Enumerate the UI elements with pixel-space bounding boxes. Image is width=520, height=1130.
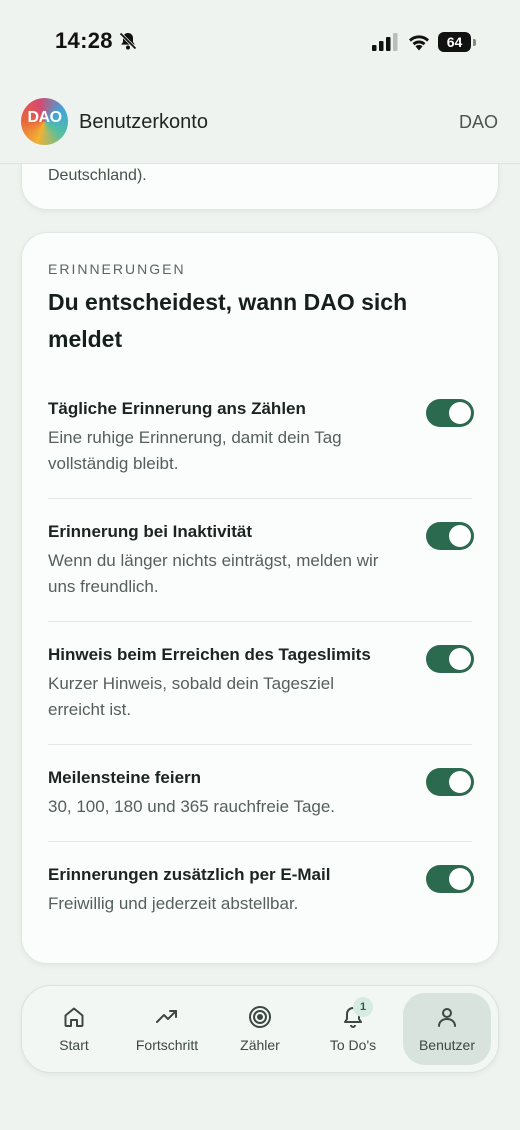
toggle-milestones[interactable]	[426, 768, 474, 796]
home-icon	[64, 1007, 84, 1027]
logo-text: DAO	[27, 109, 62, 126]
toggle-email[interactable]	[426, 865, 474, 893]
page-title: Benutzerkonto	[79, 111, 208, 133]
nav-item-counter[interactable]: Zähler	[216, 993, 304, 1065]
section-eyebrow: ERINNERUNGEN	[48, 261, 186, 277]
wifi-icon	[409, 35, 429, 51]
setting-row-daily-reminder: Tägliche Erinnerung ans Zählen Eine ruhi…	[48, 399, 474, 479]
setting-description: Eine ruhige Erinnerung, damit dein Tag v…	[48, 428, 342, 473]
trending-up-icon	[156, 1010, 177, 1023]
setting-row-inactivity: Erinnerung bei Inaktivität Wenn du länge…	[48, 522, 474, 602]
setting-description: 30, 100, 180 und 365 rauchfreie Tage.	[48, 797, 336, 816]
divider	[48, 621, 472, 622]
status-time: 14:28	[55, 28, 113, 53]
toggle-inactivity[interactable]	[426, 522, 474, 550]
toggle-daily-reminder[interactable]	[426, 399, 474, 427]
setting-title: Erinnerungen zusätzlich per E-Mail	[48, 865, 331, 884]
setting-row-email: Erinnerungen zusätzlich per E-Mail Freiw…	[48, 865, 474, 919]
nav-item-user[interactable]: Benutzer	[403, 993, 491, 1065]
divider	[48, 841, 472, 842]
bell-slash-icon	[119, 32, 137, 50]
nav-label: To Do's	[329, 1037, 377, 1053]
toggle-knob	[449, 525, 471, 547]
setting-row-daily-limit: Hinweis beim Erreichen des Tageslimits K…	[48, 645, 474, 725]
nav-item-start[interactable]: Start	[30, 993, 118, 1065]
setting-description: Wenn du länger nichts einträgst, melden …	[48, 551, 379, 596]
previous-card-text: Deutschland).	[48, 167, 147, 184]
divider	[48, 498, 472, 499]
battery-indicator: 64	[438, 32, 476, 52]
toggle-knob	[449, 868, 471, 890]
app-header: DAO Benutzerkonto DAO	[0, 84, 520, 164]
bottom-nav: Start Fortschritt Zähler 1 To Do's Benut…	[21, 985, 499, 1073]
divider	[48, 744, 472, 745]
setting-title: Tägliche Erinnerung ans Zählen	[48, 399, 306, 418]
toggle-knob	[449, 771, 471, 793]
reminders-card: ERINNERUNGEN Du entscheidest, wann DAO s…	[21, 232, 499, 964]
nav-label: Start	[59, 1037, 89, 1053]
nav-label: Fortschritt	[135, 1037, 199, 1053]
section-heading: Du entscheidest, wann DAO sich meldet	[48, 289, 408, 352]
nav-item-todos[interactable]: 1 To Do's	[309, 993, 397, 1065]
dao-logo[interactable]: DAO	[21, 98, 68, 145]
battery-nub	[473, 39, 476, 46]
user-icon	[438, 1008, 456, 1027]
toggle-knob	[449, 648, 471, 670]
target-icon	[249, 1006, 271, 1028]
nav-item-progress[interactable]: Fortschritt	[123, 993, 211, 1065]
nav-label: Benutzer	[418, 1037, 476, 1053]
toggle-daily-limit[interactable]	[426, 645, 474, 673]
setting-description: Kurzer Hinweis, sobald dein Tagesziel er…	[48, 674, 335, 719]
setting-title: Erinnerung bei Inaktivität	[48, 522, 253, 541]
status-bar: 14:28 64	[0, 0, 520, 84]
todo-count-badge: 1	[353, 997, 373, 1017]
setting-description: Freiwillig und jederzeit abstellbar.	[48, 894, 299, 913]
setting-row-milestones: Meilensteine feiern 30, 100, 180 und 365…	[48, 768, 474, 822]
toggle-knob	[449, 402, 471, 424]
cellular-signal-icon	[372, 33, 398, 51]
header-brand-label[interactable]: DAO	[459, 112, 498, 133]
setting-title: Hinweis beim Erreichen des Tageslimits	[48, 645, 371, 664]
setting-title: Meilensteine feiern	[48, 768, 202, 787]
nav-label: Zähler	[240, 1037, 280, 1053]
battery-level: 64	[438, 32, 471, 52]
